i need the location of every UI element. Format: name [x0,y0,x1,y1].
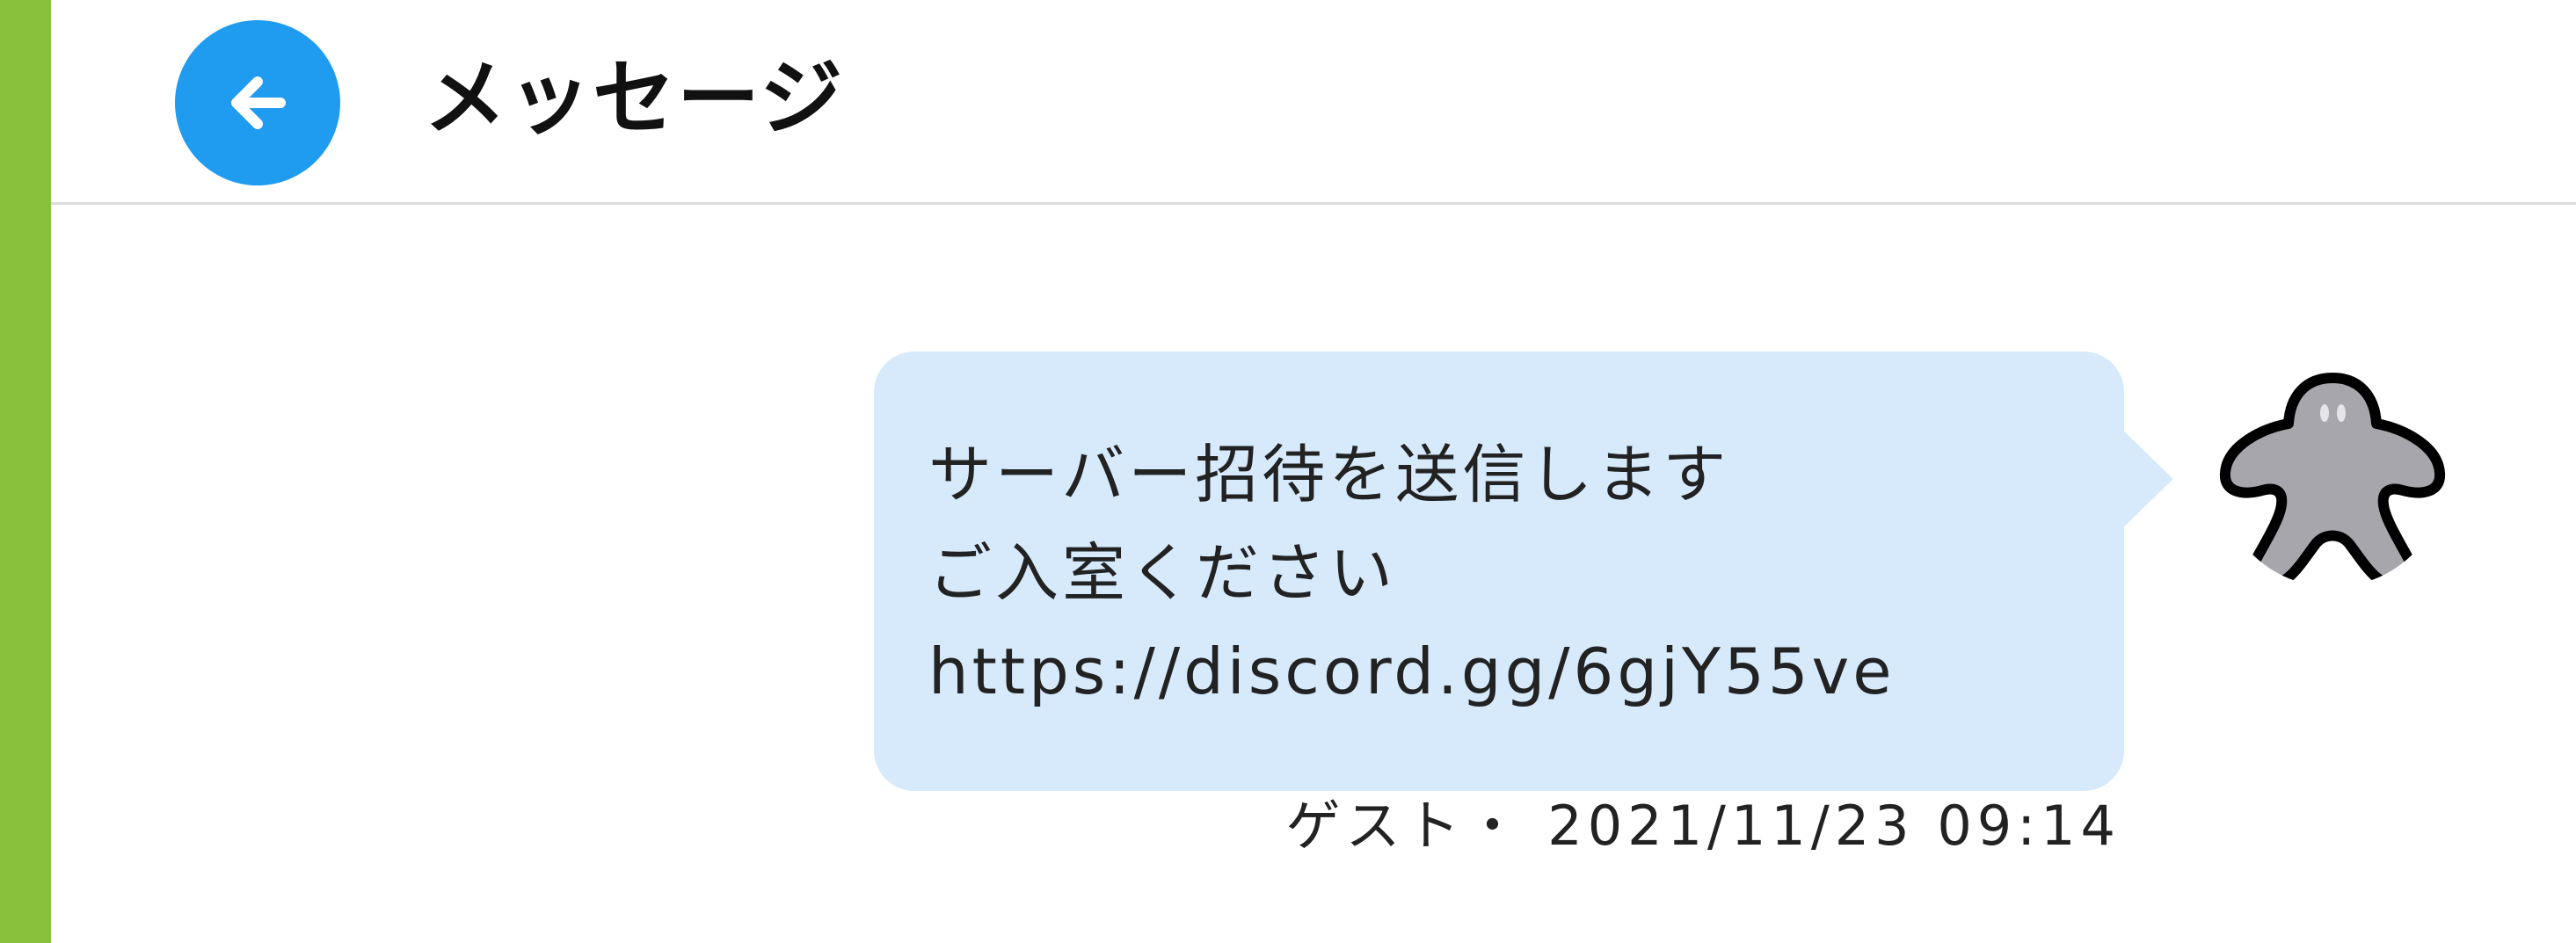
back-button[interactable] [175,20,340,185]
meta-separator: ・ [1465,794,1525,858]
message-meta: ゲスト・ 2021/11/23 09:14 [1231,791,2121,861]
avatar[interactable] [2218,359,2447,587]
message-line-2: ご入室ください [928,536,1397,610]
accent-bar [0,0,51,943]
page-title: メッセージ [424,51,845,147]
message-link[interactable]: https://discord.gg/6gjY55ve [928,622,2124,721]
message-bubble: サーバー招待を送信します ご入室ください https://discord.gg/… [874,352,2124,791]
header: メッセージ [51,0,2576,205]
arrow-left-icon [231,76,286,129]
message-timestamp: 2021/11/23 09:14 [1547,794,2121,858]
bubble-tail [2119,426,2173,532]
message-line-1: サーバー招待を送信します [928,438,1730,511]
meeple-icon [2219,373,2446,587]
message-page: メッセージ サーバー招待を送信します ご入室ください https://disco… [0,0,2576,943]
sender-name: ゲスト [1285,794,1466,858]
